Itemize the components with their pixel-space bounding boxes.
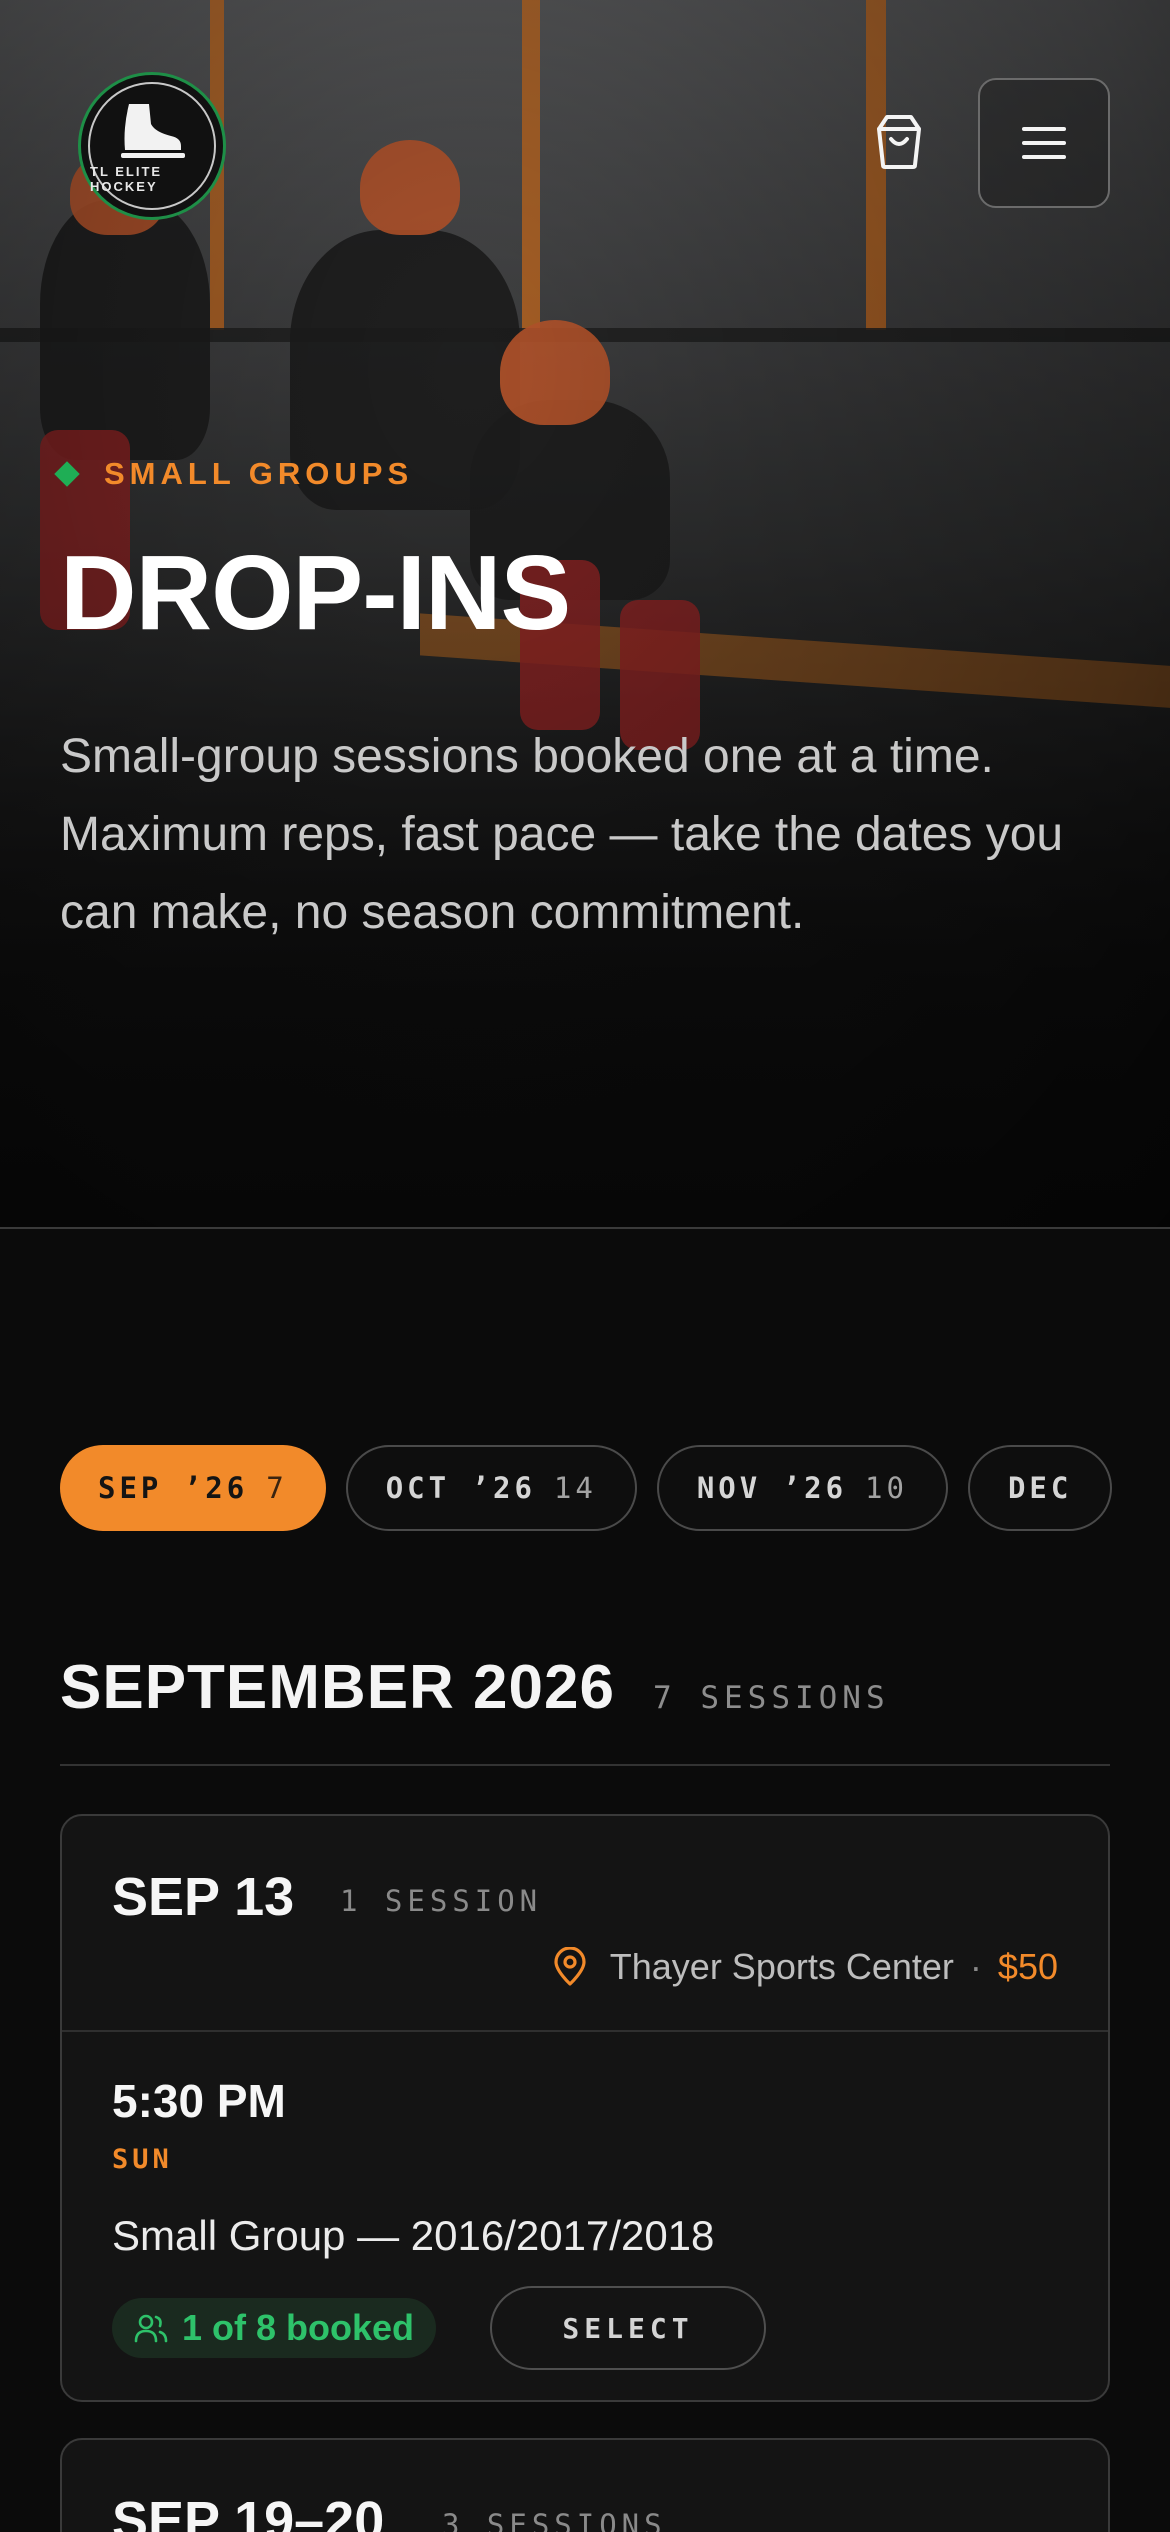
logo-badge: TL ELITE HOCKEY xyxy=(88,82,216,210)
logo-text: TL ELITE HOCKEY xyxy=(90,164,163,194)
hero-eyebrow: SMALL GROUPS xyxy=(54,456,414,492)
diamond-icon xyxy=(54,461,80,487)
month-pill-label: OCT ’26 xyxy=(385,1471,536,1505)
shopping-bag-icon xyxy=(877,115,921,169)
booking-status-text: 1 of 8 booked xyxy=(182,2307,415,2348)
day-card-header: SEP 19–20 3 SESSIONS xyxy=(62,2440,1108,2532)
month-pill-sep[interactable]: SEP ’26 7 xyxy=(60,1445,326,1531)
month-pill-count: 14 xyxy=(553,1471,597,1505)
month-pill-label: DEC xyxy=(1007,1471,1073,1505)
cart-button[interactable] xyxy=(866,108,932,174)
month-pill-nov[interactable]: NOV ’26 10 xyxy=(656,1445,948,1531)
day-card-header: SEP 13 1 SESSION Thayer Sports Center · … xyxy=(62,1816,1108,2032)
eyebrow-text: SMALL GROUPS xyxy=(104,456,414,491)
section-divider xyxy=(0,1227,1170,1229)
session-row: 5:30 PM SUN Small Group — 2016/2017/2018… xyxy=(62,2032,1108,2400)
day-session-count: 1 SESSION xyxy=(340,1884,543,1918)
separator-dot: · xyxy=(969,1946,982,1987)
month-filter: SEP ’26 7 OCT ’26 14 NOV ’26 10 DEC xyxy=(60,1445,1122,1533)
select-session-button[interactable]: SELECT xyxy=(490,2286,766,2370)
day-session-count: 3 SESSIONS xyxy=(442,2508,667,2532)
hero-section: TL ELITE HOCKEY SMALL GROUPS DROP-INS Sm… xyxy=(0,0,1170,1228)
location-pin-icon xyxy=(554,1947,586,1986)
day-card: SEP 19–20 3 SESSIONS xyxy=(60,2438,1110,2532)
hero-description: Small-group sessions booked one at a tim… xyxy=(60,730,1064,939)
session-day-of-week: SUN xyxy=(112,2144,173,2175)
month-header: SEPTEMBER 2026 7 SESSIONS xyxy=(60,1652,890,1723)
day-title: SEP 13 xyxy=(112,1867,295,1927)
month-session-count: 7 SESSIONS xyxy=(653,1680,890,1716)
users-icon xyxy=(134,2314,168,2343)
day-card: SEP 13 1 SESSION Thayer Sports Center · … xyxy=(60,1814,1110,2402)
booking-status-badge: 1 of 8 booked xyxy=(112,2298,437,2358)
month-pill-dec[interactable]: DEC xyxy=(967,1445,1113,1531)
session-time: 5:30 PM xyxy=(112,2075,286,2127)
month-divider xyxy=(60,1764,1110,1766)
month-pill-count: 7 xyxy=(266,1471,288,1505)
session-price: $50 xyxy=(997,1946,1058,1987)
location-name: Thayer Sports Center xyxy=(609,1946,954,1987)
day-location: Thayer Sports Center · $50 xyxy=(552,1946,1058,1988)
month-title: SEPTEMBER 2026 xyxy=(60,1653,615,1722)
month-pill-count: 10 xyxy=(865,1471,908,1505)
month-pill-label: SEP ’26 xyxy=(98,1471,249,1505)
month-pill-label: NOV ’26 xyxy=(696,1471,848,1505)
brand-logo[interactable]: TL ELITE HOCKEY xyxy=(78,72,226,220)
menu-button[interactable] xyxy=(978,78,1110,208)
skate-icon xyxy=(121,104,185,158)
day-title: SEP 19–20 xyxy=(112,2491,385,2532)
hamburger-menu-icon xyxy=(1022,127,1066,159)
page-title: DROP-INS xyxy=(60,534,571,652)
session-name: Small Group — 2016/2017/2018 xyxy=(112,2212,715,2259)
month-pill-oct[interactable]: OCT ’26 14 xyxy=(345,1445,637,1531)
